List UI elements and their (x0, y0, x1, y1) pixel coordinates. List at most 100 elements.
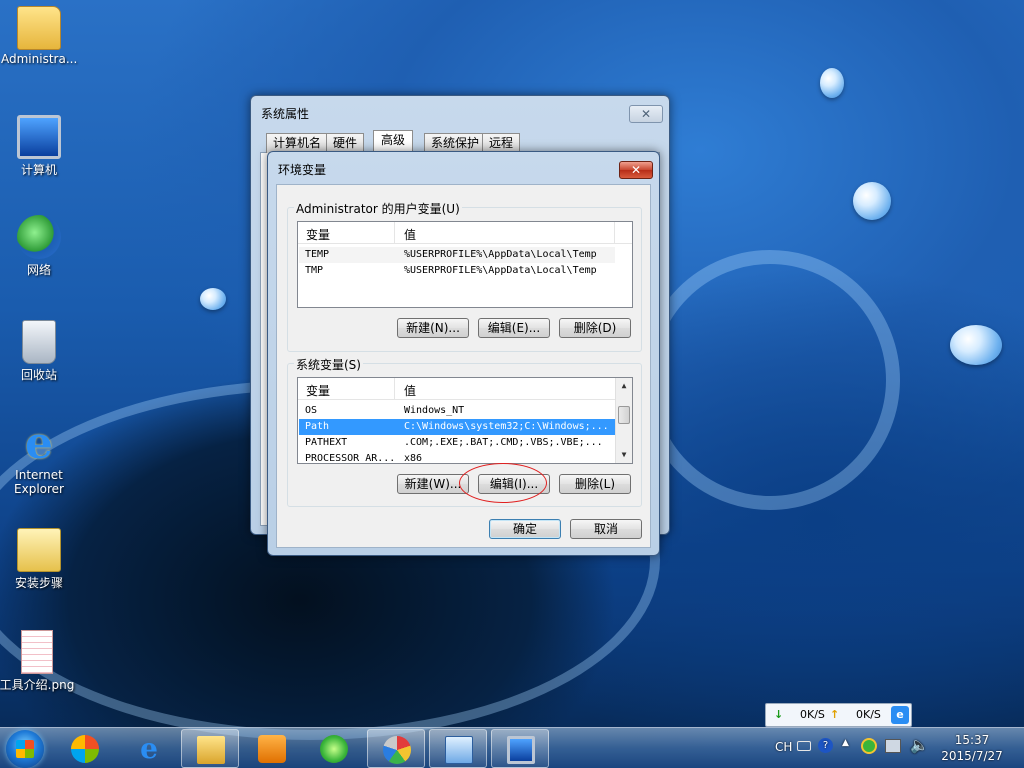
desktop-icon-tool-intro-png[interactable]: 工具介绍.png (0, 630, 75, 693)
help-icon[interactable]: ? (818, 738, 833, 753)
column-separator (614, 222, 615, 244)
column-header-variable[interactable]: 变量 (306, 226, 330, 243)
security-shield-icon[interactable] (861, 738, 877, 754)
taskbar-app-player[interactable] (243, 729, 301, 768)
column-header-value[interactable]: 值 (404, 226, 416, 243)
upload-speed: 0K/S (856, 708, 881, 721)
user-new-button[interactable]: 新建(N)... (397, 318, 469, 338)
taskbar-app-system-properties[interactable] (491, 729, 549, 768)
variable-value: Windows_NT (404, 405, 465, 416)
taskbar-app-media-player[interactable] (56, 729, 114, 768)
download-arrow-icon: ↓ (774, 708, 784, 721)
scroll-thumb[interactable] (618, 406, 630, 424)
variable-name: PATHEXT (305, 437, 348, 448)
list-item[interactable]: OS Windows_NT (299, 403, 615, 419)
scroll-up-icon[interactable]: ▲ (616, 378, 632, 394)
desktop-icon-label: 安装步骤 (14, 576, 63, 590)
list-item[interactable]: PATHEXT .COM;.EXE;.BAT;.CMD;.VBS;.VBE;..… (299, 435, 615, 451)
system-variables-list[interactable]: 变量 值 OS Windows_NT Path C:\Windows\syste… (297, 377, 633, 464)
desktop-icon-computer[interactable]: 计算机 (1, 115, 77, 178)
list-item-selected[interactable]: Path C:\Windows\system32;C:\Windows;... (299, 419, 615, 435)
user-variables-list[interactable]: 变量 值 TEMP %USERPROFILE%\AppData\Local\Te… (297, 221, 633, 308)
taskbar-app-internet-explorer[interactable]: e (120, 729, 178, 768)
close-button[interactable]: ✕ (619, 161, 653, 179)
variable-name: Path (305, 421, 330, 432)
column-header-variable[interactable]: 变量 (306, 382, 330, 399)
list-header: 变量 值 (298, 222, 632, 244)
chevron-up-icon[interactable]: ▲ (842, 738, 849, 748)
taskbar-app-paint[interactable] (367, 729, 425, 768)
ok-button[interactable]: 确定 (489, 519, 561, 539)
column-separator (394, 378, 395, 400)
cancel-button[interactable]: 取消 (570, 519, 642, 539)
ie-small-icon[interactable]: e (891, 706, 909, 724)
start-button[interactable] (6, 730, 44, 768)
system-delete-button[interactable]: 删除(L) (559, 474, 631, 494)
folder-icon (197, 736, 225, 764)
network-icon (17, 215, 61, 259)
user-delete-button[interactable]: 删除(D) (559, 318, 631, 338)
taskbar-app-control-panel[interactable] (429, 729, 487, 768)
tab-advanced[interactable]: 高级 (373, 130, 414, 153)
upload-arrow-icon: ↑ (830, 708, 840, 721)
variable-value: C:\Windows\system32;C:\Windows;... (404, 421, 609, 432)
column-header-value[interactable]: 值 (404, 382, 416, 399)
user-variables-group: Administrator 的用户变量(U) 变量 值 TEMP %USERPR… (287, 200, 642, 352)
image-file-icon (21, 630, 53, 674)
wallpaper-droplet (820, 68, 844, 98)
desktop-icon-recycle-bin[interactable]: 回收站 (1, 320, 77, 383)
input-language-indicator[interactable]: CH (775, 740, 792, 754)
tab-system-protection[interactable]: 系统保护 (424, 133, 487, 153)
control-panel-icon (445, 736, 473, 764)
user-folder-icon (17, 6, 61, 50)
user-edit-button[interactable]: 编辑(E)... (478, 318, 550, 338)
scroll-down-icon[interactable]: ▼ (616, 447, 632, 463)
list-item[interactable]: TEMP %USERPROFILE%\AppData\Local\Temp (299, 247, 615, 263)
window-title: 系统属性 (261, 107, 310, 121)
dialog-body: Administrator 的用户变量(U) 变量 值 TEMP %USERPR… (276, 184, 651, 548)
list-item[interactable]: TMP %USERPROFILE%\AppData\Local\Temp (299, 263, 615, 279)
tab-remote[interactable]: 远程 (482, 133, 521, 153)
wallpaper-droplet (200, 288, 226, 310)
desktop-icon-install-steps[interactable]: 安装步骤 (1, 528, 77, 591)
taskbar-app-360[interactable] (305, 729, 363, 768)
clock-date: 2015/7/27 (941, 749, 1003, 763)
environment-variables-dialog: 环境变量 ✕ Administrator 的用户变量(U) 变量 值 TEMP … (267, 151, 660, 556)
recycle-bin-icon (22, 320, 56, 364)
tab-computer-name[interactable]: 计算机名 (266, 133, 329, 153)
taskbar: e CH ? ▲ 🔈 15:37 2015/7/27 (0, 727, 1024, 768)
list-header: 变量 值 (298, 378, 632, 400)
list-item[interactable]: PROCESSOR_AR... x86 (299, 451, 615, 464)
wallpaper-splash (640, 250, 900, 510)
close-button[interactable]: ✕ (629, 105, 663, 123)
desktop-icon-label: 回收站 (20, 368, 57, 382)
desktop-icon-label: 计算机 (20, 163, 57, 177)
variable-value: x86 (404, 453, 423, 464)
media-player-icon (71, 735, 99, 763)
desktop-icon-network[interactable]: 网络 (1, 215, 77, 278)
desktop-icon-label-line2: Explorer (14, 482, 64, 496)
desktop-icon-administrator[interactable]: Administra... (1, 6, 77, 66)
desktop-icon-label-line1: Internet (15, 468, 63, 482)
network-speed-widget[interactable]: ↓ 0K/S ↑ 0K/S e (765, 703, 912, 727)
taskbar-app-explorer[interactable] (181, 729, 239, 768)
system-variables-group: 系统变量(S) 变量 值 OS Windows_NT Path C:\Windo… (287, 356, 642, 507)
user-variables-label: Administrator 的用户变量(U) (294, 200, 462, 217)
volume-icon[interactable]: 🔈 (910, 736, 929, 754)
computer-icon (17, 115, 61, 159)
vertical-scrollbar[interactable]: ▲ ▼ (615, 378, 632, 463)
keyboard-icon[interactable] (797, 741, 811, 751)
variable-value: %USERPROFILE%\AppData\Local\Temp (404, 265, 597, 276)
desktop-icon-label: Administra... (1, 52, 78, 66)
system-clock[interactable]: 15:37 2015/7/27 (932, 732, 1012, 764)
internet-explorer-icon: e (140, 732, 158, 765)
dialog-title: 环境变量 (278, 163, 327, 177)
variable-name: TMP (305, 265, 324, 276)
wallpaper-droplet (853, 182, 891, 220)
variable-name: PROCESSOR_AR... (305, 453, 396, 464)
variable-value: .COM;.EXE;.BAT;.CMD;.VBS;.VBE;... (404, 437, 603, 448)
desktop-icon-internet-explorer[interactable]: e Internet Explorer (1, 422, 77, 497)
wallpaper-droplet (950, 325, 1002, 365)
tab-hardware[interactable]: 硬件 (326, 133, 365, 153)
network-warning-icon[interactable] (885, 739, 901, 753)
